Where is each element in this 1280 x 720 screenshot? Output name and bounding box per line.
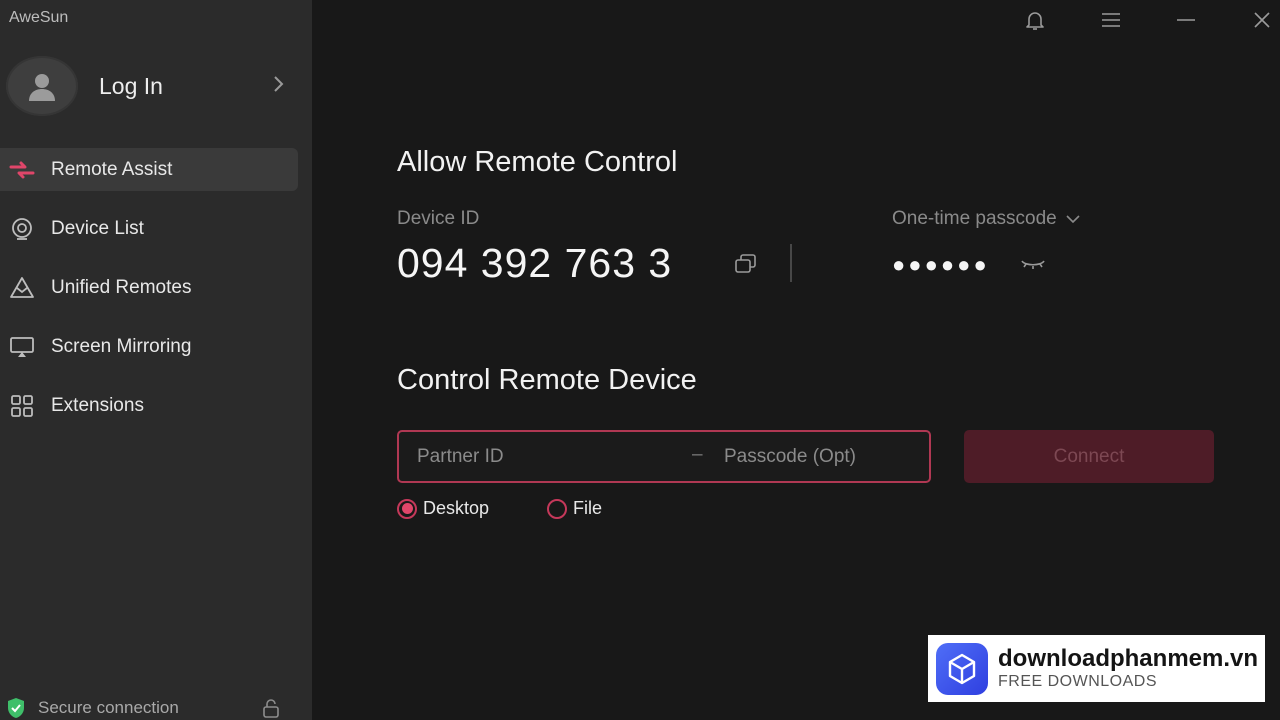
mode-radio-file[interactable]: File bbox=[547, 498, 602, 519]
sidebar-item-label: Extensions bbox=[51, 394, 144, 416]
unified-remotes-icon bbox=[9, 275, 35, 301]
radio-label: File bbox=[573, 498, 603, 518]
device-id-value: 094 392 763 3 bbox=[397, 240, 673, 286]
copy-icon[interactable] bbox=[733, 251, 759, 275]
remote-assist-icon bbox=[9, 157, 35, 183]
passcode-type-label: One-time passcode bbox=[892, 208, 1057, 229]
allow-remote-control-title: Allow Remote Control bbox=[397, 146, 678, 178]
secure-connection-status: Secure connection bbox=[6, 696, 291, 720]
mode-radio-desktop[interactable]: Desktop bbox=[397, 498, 489, 519]
sidebar-item-label: Device List bbox=[51, 217, 144, 239]
minimize-button[interactable] bbox=[1171, 6, 1201, 34]
sidebar-item-remote-assist[interactable]: Remote Assist bbox=[0, 148, 298, 191]
watermark-title: downloadphanmem.vn bbox=[998, 644, 1259, 672]
eye-closed-icon[interactable] bbox=[1019, 255, 1047, 273]
sidebar-item-extensions[interactable]: Extensions bbox=[0, 384, 298, 427]
extensions-icon bbox=[9, 393, 35, 419]
sidebar-item-unified-remotes[interactable]: Unified Remotes bbox=[0, 266, 298, 309]
connect-button[interactable]: Connect bbox=[964, 430, 1214, 483]
screen-mirroring-icon bbox=[9, 334, 35, 360]
avatar bbox=[6, 56, 78, 116]
close-button[interactable] bbox=[1247, 6, 1277, 34]
sidebar-item-screen-mirroring[interactable]: Screen Mirroring bbox=[0, 325, 298, 368]
close-icon bbox=[1254, 12, 1270, 28]
passcode-input[interactable] bbox=[724, 442, 924, 472]
passcode-type-dropdown[interactable]: One-time passcode bbox=[892, 208, 1081, 230]
user-icon bbox=[29, 74, 55, 101]
hamburger-menu-icon bbox=[1102, 13, 1120, 27]
input-separator: – bbox=[692, 444, 703, 465]
sidebar-item-device-list[interactable]: Device List bbox=[0, 207, 298, 250]
menu-button[interactable] bbox=[1096, 6, 1126, 34]
device-id-label: Device ID bbox=[397, 208, 480, 229]
cube-logo-icon bbox=[936, 642, 988, 695]
partner-id-input[interactable] bbox=[417, 442, 677, 472]
device-list-icon bbox=[9, 216, 35, 242]
login-button[interactable]: Log In bbox=[6, 56, 296, 116]
minimize-icon bbox=[1177, 19, 1195, 21]
chevron-right-icon bbox=[274, 76, 284, 92]
watermark-subtitle: FREE DOWNLOADS bbox=[998, 672, 1158, 690]
sidebar-item-label: Unified Remotes bbox=[51, 276, 192, 298]
bell-icon bbox=[1026, 12, 1044, 30]
passcode-masked-value: ●●●●●● bbox=[892, 252, 990, 277]
login-label: Log In bbox=[99, 72, 163, 99]
radio-unselected-icon bbox=[547, 498, 567, 519]
radio-label: Desktop bbox=[423, 498, 490, 518]
lock-icon[interactable] bbox=[261, 698, 281, 718]
divider bbox=[790, 244, 792, 282]
control-remote-device-title: Control Remote Device bbox=[397, 364, 697, 396]
sidebar: AweSun Log In Remote Assist Device List … bbox=[0, 0, 312, 720]
notification-bell-button[interactable] bbox=[1020, 6, 1050, 34]
radio-selected-icon bbox=[397, 498, 417, 519]
shield-check-icon bbox=[8, 698, 24, 718]
watermark-badge: downloadphanmem.vn FREE DOWNLOADS bbox=[928, 635, 1265, 702]
partner-input-group: – bbox=[397, 430, 931, 483]
secure-connection-label: Secure connection bbox=[38, 698, 179, 717]
chevron-down-icon bbox=[1066, 215, 1080, 224]
sidebar-item-label: Remote Assist bbox=[51, 158, 173, 180]
app-title: AweSun bbox=[9, 9, 69, 26]
sidebar-item-label: Screen Mirroring bbox=[51, 335, 192, 357]
